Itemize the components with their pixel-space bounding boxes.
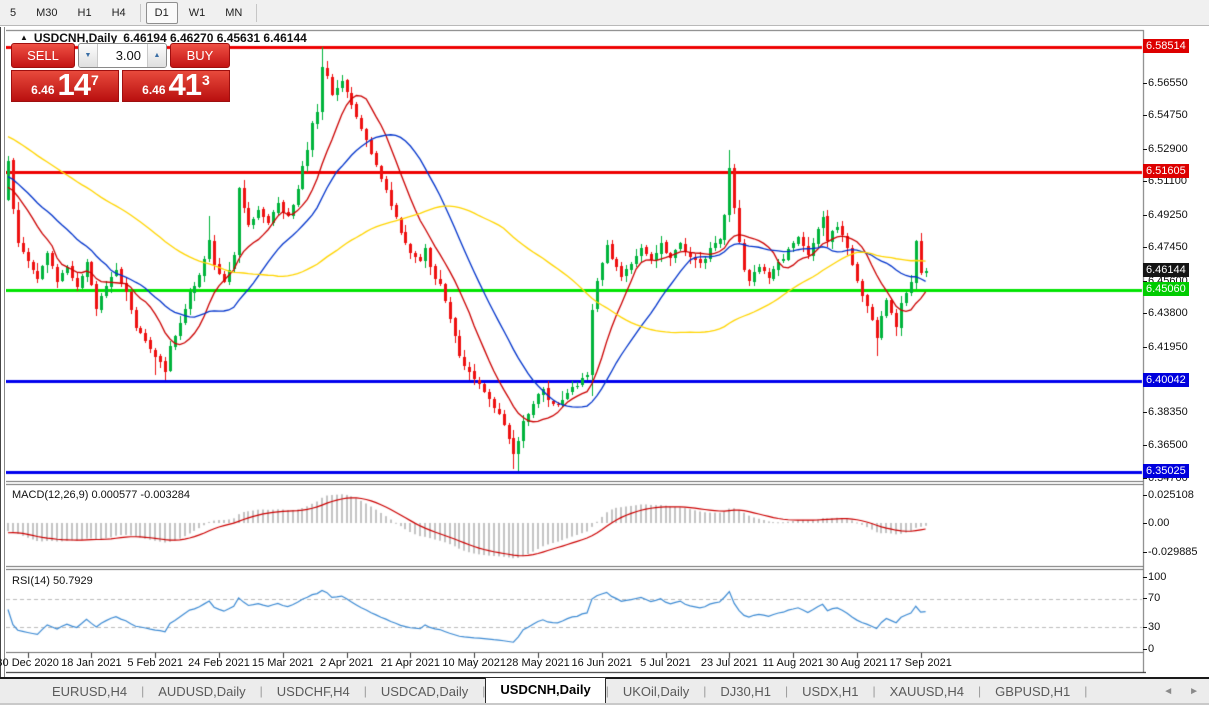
price-tick-label: 6.56550 — [1148, 77, 1188, 89]
price-tick-label: 6.54750 — [1148, 109, 1188, 121]
tab-xauusd-h4[interactable]: XAUUSD,H4 — [876, 681, 978, 702]
sell-price-main: 14 — [58, 70, 90, 100]
period-button-mn[interactable]: MN — [216, 2, 251, 24]
date-axis-label: 17 Sep 2021 — [889, 657, 951, 669]
tab-usdcad-daily[interactable]: USDCAD,Daily — [367, 681, 482, 702]
sell-price-box[interactable]: 6.46 147 — [11, 70, 119, 102]
period-button-m30[interactable]: M30 — [27, 2, 66, 24]
buy-price-main: 41 — [169, 70, 201, 100]
date-axis-label: 15 Mar 2021 — [252, 657, 314, 669]
macd-axis-label: -0.029885 — [1148, 546, 1198, 558]
tab-audusd-daily[interactable]: AUDUSD,Daily — [144, 681, 259, 702]
price-tick-label: 6.36500 — [1148, 439, 1188, 451]
date-axis-label: 16 Jun 2021 — [571, 657, 632, 669]
toolbar-separator — [256, 4, 257, 22]
tab-eurusd-h4[interactable]: EURUSD,H4 — [38, 681, 141, 702]
price-tick-label: 6.43800 — [1148, 307, 1188, 319]
buy-price-pip: 3 — [202, 72, 210, 88]
price-tick-label: 6.49250 — [1148, 209, 1188, 221]
period-button-5[interactable]: 5 — [1, 2, 25, 24]
volume-decrease-icon[interactable]: ▼ — [79, 44, 98, 67]
date-axis-label: 21 Apr 2021 — [381, 657, 440, 669]
sell-price-prefix: 6.46 — [31, 83, 54, 97]
tab-gbpusd-h1[interactable]: GBPUSD,H1 — [981, 681, 1084, 702]
period-button-h4[interactable]: H4 — [103, 2, 135, 24]
date-axis-label: 30 Dec 2020 — [0, 657, 59, 669]
price-tick-label: 6.41950 — [1148, 341, 1188, 353]
date-axis-label: 24 Feb 2021 — [188, 657, 250, 669]
mt4-application: { "toolbar": { "periods": [ {"label":"5"… — [0, 0, 1209, 705]
rsi-indicator-label: RSI(14) 50.7929 — [12, 575, 93, 587]
date-axis-label: 18 Jan 2021 — [61, 657, 122, 669]
date-axis-label: 28 May 2021 — [506, 657, 570, 669]
date-axis-label: 2 Apr 2021 — [320, 657, 373, 669]
volume-increase-icon[interactable]: ▲ — [147, 44, 166, 67]
volume-spinner: ▼ ▲ — [78, 43, 167, 68]
rsi-axis-label: 100 — [1148, 571, 1166, 583]
sell-button[interactable]: SELL — [11, 43, 75, 68]
period-button-d1[interactable]: D1 — [146, 2, 178, 24]
date-axis-label: 5 Jul 2021 — [640, 657, 691, 669]
period-button-w1[interactable]: W1 — [180, 2, 215, 24]
date-axis-label: 5 Feb 2021 — [127, 657, 183, 669]
tab-usdcnh-daily[interactable]: USDCNH,Daily — [485, 677, 605, 703]
tab-dj30-h1[interactable]: DJ30,H1 — [706, 681, 785, 702]
price-level-badge: 6.40042 — [1143, 373, 1189, 387]
macd-indicator-label: MACD(12,26,9) 0.000577 -0.003284 — [12, 489, 190, 501]
date-axis-label: 30 Aug 2021 — [826, 657, 888, 669]
window-border — [0, 27, 1, 677]
rsi-axis-label: 0 — [1148, 643, 1154, 655]
price-tick-label: 6.38350 — [1148, 406, 1188, 418]
one-click-trade-panel: SELL ▼ ▲ BUY 6.46 147 6.46 413 — [11, 43, 230, 102]
tab-scroll-right-icon[interactable]: ► — [1189, 686, 1199, 697]
toolbar-separator — [140, 4, 141, 22]
volume-input[interactable] — [98, 44, 147, 67]
tab-usdx-h1[interactable]: USDX,H1 — [788, 681, 872, 702]
buy-price-prefix: 6.46 — [142, 83, 165, 97]
macd-axis-label: 0.00 — [1148, 517, 1169, 529]
price-level-badge: 6.51605 — [1143, 164, 1189, 178]
price-chart-canvas[interactable] — [6, 27, 1146, 675]
tab-scroll-left-icon[interactable]: ◄ — [1163, 686, 1173, 697]
chart-window: ▲ USDCNH,Daily 6.46194 6.46270 6.45631 6… — [0, 27, 1209, 677]
date-axis-label: 23 Jul 2021 — [701, 657, 758, 669]
window-border-inner — [4, 27, 5, 677]
date-axis-label: 11 Aug 2021 — [763, 657, 824, 669]
chart-tab-strip: EURUSD,H4|AUDUSD,Daily|USDCHF,H4|USDCAD,… — [0, 677, 1209, 705]
date-axis-label: 10 May 2021 — [442, 657, 506, 669]
price-tick-label: 6.47450 — [1148, 241, 1188, 253]
period-toolbar: 5M30H1H4 D1W1MN — [0, 0, 1209, 26]
price-level-badge: 6.58514 — [1143, 39, 1189, 53]
tab-scroll-arrows: ◄► — [1163, 686, 1199, 697]
sell-price-pip: 7 — [91, 72, 99, 88]
period-button-h1[interactable]: H1 — [69, 2, 101, 24]
buy-price-box[interactable]: 6.46 413 — [122, 70, 230, 102]
price-axis: 6.565506.547506.529006.511006.492506.474… — [1146, 27, 1209, 677]
buy-button[interactable]: BUY — [170, 43, 230, 68]
tab-usdchf-h4[interactable]: USDCHF,H4 — [263, 681, 364, 702]
price-level-badge: 6.45060 — [1143, 282, 1189, 296]
macd-axis-label: 0.025108 — [1148, 489, 1194, 501]
price-level-badge: 6.46144 — [1143, 263, 1189, 277]
tab-separator: | — [1084, 684, 1087, 698]
tab-ukoil-daily[interactable]: UKOil,Daily — [609, 681, 703, 702]
price-tick-label: 6.52900 — [1148, 143, 1188, 155]
rsi-axis-label: 30 — [1148, 621, 1160, 633]
rsi-axis-label: 70 — [1148, 592, 1160, 604]
price-level-badge: 6.35025 — [1143, 464, 1189, 478]
collapse-arrow-icon[interactable]: ▲ — [20, 33, 28, 42]
